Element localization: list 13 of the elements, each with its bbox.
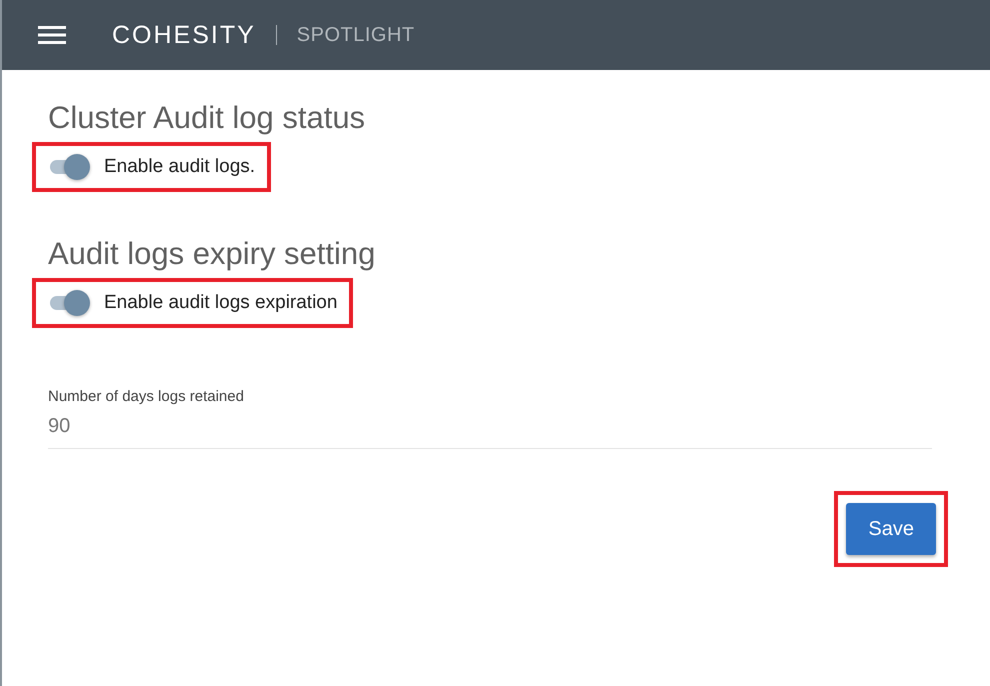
toggle-switch[interactable] — [50, 290, 90, 316]
days-field[interactable]: Number of days logs retained 90 — [48, 388, 932, 449]
toggle-label: Enable audit logs expiration — [104, 292, 338, 314]
section-title: Audit logs expiry setting — [48, 236, 376, 272]
toggle-label: Enable audit logs. — [104, 156, 256, 178]
save-button[interactable]: Save — [846, 503, 936, 555]
field-value: 90 — [48, 415, 72, 438]
logo-text: COHESITY — [112, 20, 256, 50]
toggle-switch[interactable] — [50, 154, 90, 180]
product-name: SPOTLIGHT — [296, 24, 415, 46]
menu-icon[interactable] — [38, 25, 66, 45]
field-label: Number of days logs retained — [48, 388, 245, 405]
section-title: Cluster Audit log status — [48, 100, 366, 136]
